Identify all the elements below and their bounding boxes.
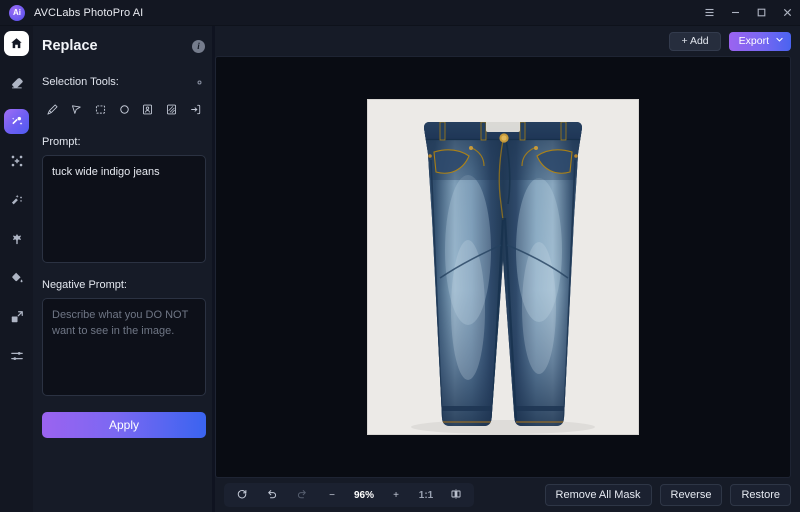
- selection-tools-row: [33, 98, 215, 120]
- app-logo-text: Ai: [13, 8, 21, 17]
- export-button[interactable]: Export: [728, 31, 791, 51]
- negative-prompt-input[interactable]: [42, 298, 206, 396]
- hatched-square-icon: [165, 103, 178, 116]
- rail-item-expand[interactable]: [4, 148, 29, 173]
- import-mask-tool[interactable]: [183, 98, 207, 120]
- rail-item-home[interactable]: [4, 31, 29, 56]
- remove-all-mask-button[interactable]: Remove All Mask: [544, 484, 652, 506]
- sliders-icon: [10, 349, 24, 363]
- replace-panel: Replace i Selection Tools: Prompt: tuck …: [33, 26, 215, 512]
- prompt-input[interactable]: [42, 155, 206, 263]
- pattern-select-tool[interactable]: [160, 98, 184, 120]
- import-arrow-icon: [189, 103, 202, 116]
- subject-select-tool[interactable]: [136, 98, 160, 120]
- export-label: Export: [738, 35, 769, 47]
- circle-dashed-icon: [118, 103, 131, 116]
- brush-icon: [46, 103, 59, 116]
- rect-select-tool[interactable]: [88, 98, 112, 120]
- reverse-button[interactable]: Reverse: [659, 484, 723, 506]
- rail-item-color-fill[interactable]: [4, 265, 29, 290]
- jeans-illustration: [411, 122, 595, 434]
- page-title: Replace: [42, 38, 98, 54]
- image-canvas[interactable]: [215, 56, 791, 478]
- refresh-icon: [236, 488, 248, 503]
- rectangle-dashed-icon: [94, 103, 107, 116]
- compare-button[interactable]: [441, 484, 471, 506]
- undo-button[interactable]: [257, 484, 287, 506]
- info-icon[interactable]: i: [192, 39, 205, 53]
- actual-size-button[interactable]: 1:1: [411, 484, 441, 506]
- star-burst-icon: [10, 232, 24, 246]
- person-frame-icon: [141, 103, 154, 116]
- eraser-icon: [10, 76, 24, 90]
- resize-arrow-icon: [10, 310, 24, 324]
- tool-rail: [0, 26, 33, 512]
- magic-wand-icon: [10, 193, 24, 207]
- magic-replace-icon: [10, 115, 24, 129]
- rail-item-eraser[interactable]: [4, 70, 29, 95]
- redo-icon: [296, 488, 308, 503]
- rail-item-object-remove[interactable]: [4, 226, 29, 251]
- gear-icon[interactable]: [194, 77, 205, 88]
- close-icon[interactable]: [774, 0, 800, 26]
- hamburger-icon[interactable]: [696, 0, 722, 26]
- panel-header: Replace i: [33, 30, 215, 62]
- application-window: Ai AVCLabs PhotoPro AI Replace i Selecti…: [0, 0, 800, 512]
- redo-button[interactable]: [287, 484, 317, 506]
- lasso-tool[interactable]: [65, 98, 89, 120]
- selection-tools-label: Selection Tools:: [42, 76, 119, 88]
- selection-tools-header: Selection Tools:: [33, 76, 215, 88]
- mask-actions: Remove All Mask Reverse Restore: [544, 484, 791, 506]
- home-icon: [10, 37, 23, 50]
- restore-button[interactable]: Restore: [730, 484, 791, 506]
- apply-button[interactable]: Apply: [42, 412, 206, 438]
- zoom-level: 96%: [353, 489, 374, 501]
- add-button[interactable]: + Add: [669, 31, 721, 51]
- negative-prompt-label: Negative Prompt:: [42, 279, 127, 291]
- main-area: + Add Export − 96% + 1:1 Remove All Mask…: [215, 26, 800, 512]
- jeans-photo: [368, 100, 638, 434]
- bottom-toolbar: − 96% + 1:1 Remove All Mask Reverse Rest…: [215, 478, 800, 512]
- undo-icon: [266, 488, 278, 503]
- window-body: Replace i Selection Tools: Prompt: tuck …: [0, 26, 800, 512]
- reset-button[interactable]: [227, 484, 257, 506]
- minimize-icon[interactable]: [722, 0, 748, 26]
- chevron-down-icon: [775, 35, 784, 47]
- app-logo-icon: Ai: [9, 4, 25, 21]
- ellipse-select-tool[interactable]: [112, 98, 136, 120]
- zoom-in-button[interactable]: +: [381, 484, 411, 506]
- app-title: AVCLabs PhotoPro AI: [34, 6, 144, 19]
- rail-item-enhance[interactable]: [4, 187, 29, 212]
- main-toolbar: + Add Export: [215, 26, 800, 56]
- zoom-controls: − 96% + 1:1: [224, 483, 474, 507]
- paint-bucket-icon: [10, 271, 24, 285]
- titlebar: Ai AVCLabs PhotoPro AI: [0, 0, 800, 26]
- zoom-out-button[interactable]: −: [317, 484, 347, 506]
- cursor-arrow-icon: [70, 103, 83, 116]
- split-compare-icon: [450, 488, 462, 503]
- maximize-icon[interactable]: [748, 0, 774, 26]
- prompt-label: Prompt:: [42, 136, 81, 148]
- rail-item-adjust[interactable]: [4, 343, 29, 368]
- expand-arrows-icon: [10, 154, 24, 168]
- rail-item-upscale[interactable]: [4, 304, 29, 329]
- brush-tool[interactable]: [41, 98, 65, 120]
- rail-item-replace[interactable]: [4, 109, 29, 134]
- window-controls: [696, 0, 800, 26]
